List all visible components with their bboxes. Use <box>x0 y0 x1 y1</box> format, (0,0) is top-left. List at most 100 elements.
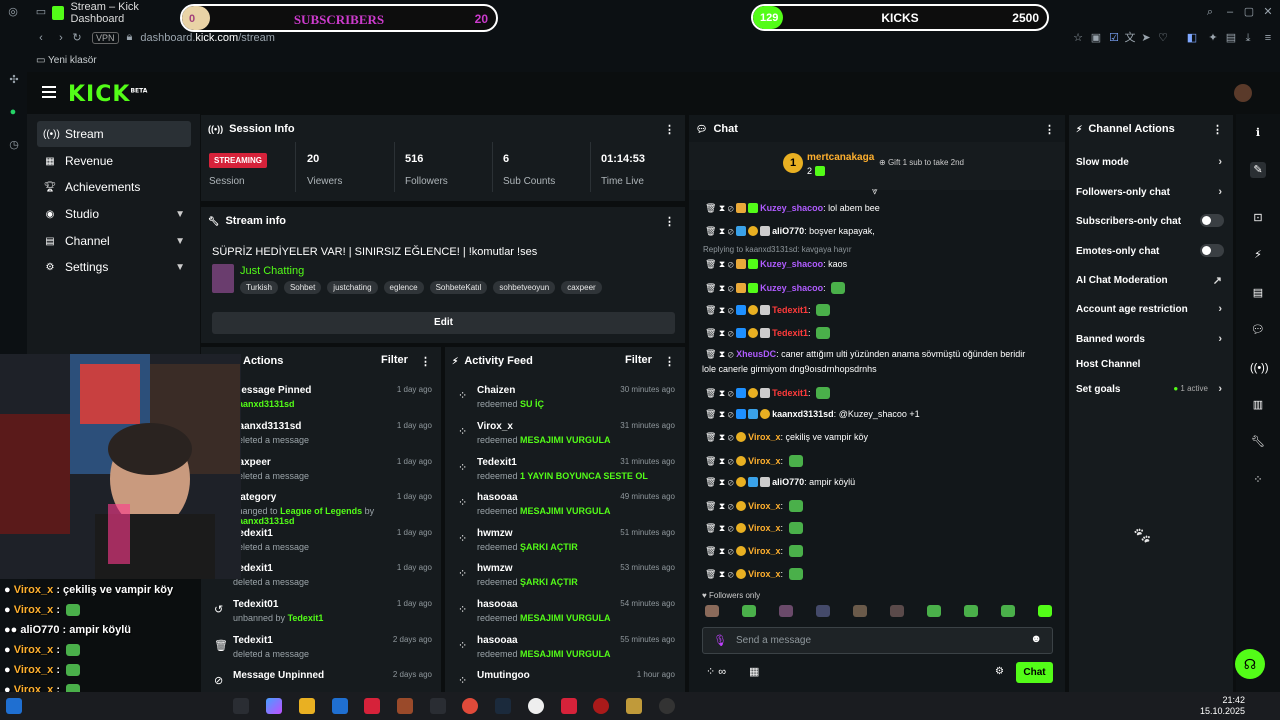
more-options-icon[interactable]: ⋮ <box>664 123 675 136</box>
host-channel-item[interactable]: Host Channel <box>1076 359 1228 370</box>
nav-item-achievements[interactable]: 🏆︎ Achievements <box>37 174 191 200</box>
wrench-icon[interactable]: 🔧︎ <box>1250 434 1266 450</box>
gift-box-icon[interactable]: ▦ <box>749 665 759 678</box>
extension-icon-1[interactable]: ▣ <box>1090 32 1102 44</box>
address-bar[interactable]: VPN 🔒︎ dashboard.kick.com/stream <box>92 31 275 44</box>
banned-words-item[interactable]: Banned words › <box>1076 333 1228 345</box>
emote-icon[interactable] <box>779 605 793 617</box>
pip-icon[interactable]: ⊡ <box>1250 210 1266 226</box>
chat-settings-icon[interactable]: ⚙ <box>995 666 1004 677</box>
bookmark-star-icon[interactable]: ☆ <box>1072 32 1084 44</box>
chat-message-input[interactable]: 🎙︎ Send a message ☻ <box>702 627 1053 654</box>
clock-icon[interactable]: ◷ <box>8 139 20 151</box>
menu-icon[interactable]: ≡ <box>1262 32 1274 44</box>
reload-icon[interactable]: ↻ <box>71 32 83 44</box>
opera-taskbar-icon[interactable] <box>364 698 380 714</box>
category-name[interactable]: Just Chatting <box>240 265 304 277</box>
file-explorer-icon[interactable] <box>299 698 315 714</box>
extension-icon-2[interactable]: ☑ <box>1108 32 1120 44</box>
bookmark-folder[interactable]: ▭ Yeni klasör <box>36 55 97 66</box>
nav-item-channel[interactable]: ▤ Channel ▼ <box>37 228 191 254</box>
kick-points-icon[interactable]: ⁘ ∞ <box>706 665 726 678</box>
nav-item-revenue[interactable]: ▦ Revenue <box>37 148 191 174</box>
maximize-icon[interactable]: ▢ <box>1243 6 1255 18</box>
subscribers-only-item[interactable]: Subscribers-only chat <box>1076 214 1228 227</box>
account-age-item[interactable]: Account age restriction › <box>1076 303 1228 315</box>
subscribers-only-toggle[interactable] <box>1200 214 1224 227</box>
app-icon[interactable] <box>528 698 544 714</box>
browser-tab[interactable]: Stream – Kick Dashboard <box>52 1 182 25</box>
more-options-icon[interactable]: ⋮ <box>420 355 431 368</box>
app-icon[interactable] <box>561 698 577 714</box>
app-icon[interactable] <box>397 698 413 714</box>
translate-icon[interactable]: 文 <box>1124 32 1136 44</box>
collapse-icon[interactable]: ⩔ <box>872 186 878 197</box>
puzzle-icon[interactable]: ✦ <box>1207 32 1219 44</box>
layout-icon[interactable]: ▥ <box>1250 397 1266 413</box>
steam-icon[interactable] <box>495 698 511 714</box>
filter-button[interactable]: Filter <box>381 354 408 366</box>
activity-icon[interactable]: ⁘ <box>1250 472 1266 488</box>
emote-icon[interactable] <box>890 605 904 617</box>
forward-icon[interactable]: › <box>55 32 67 44</box>
nav-item-settings[interactable]: ⚙ Settings ▼ <box>37 254 191 280</box>
broadcast-icon[interactable]: ((•)) <box>1250 360 1269 376</box>
filter-button[interactable]: Filter <box>625 354 652 366</box>
emotes-only-item[interactable]: Emotes-only chat <box>1076 244 1228 257</box>
kick-logo[interactable]: KICKBETA <box>68 82 147 107</box>
app-icon[interactable] <box>593 698 609 714</box>
emoji-icon[interactable]: ☻ <box>1030 633 1042 645</box>
chrome-icon[interactable] <box>462 698 478 714</box>
camera-icon[interactable]: ◧ <box>1186 32 1198 44</box>
emote-icon[interactable] <box>853 605 867 617</box>
opera-logo-icon[interactable]: ◎ <box>7 6 19 18</box>
more-options-icon[interactable]: ⋮ <box>1044 123 1055 136</box>
nav-item-studio[interactable]: ◉ Studio ▼ <box>37 201 191 227</box>
gift-prompt[interactable]: ⊕ Gift 1 sub to take 2nd <box>879 158 964 167</box>
bolt-icon[interactable]: ⚡︎ <box>1250 247 1266 263</box>
user-avatar[interactable] <box>1234 84 1252 102</box>
hamburger-menu-icon[interactable] <box>42 86 56 101</box>
copilot-icon[interactable] <box>266 698 282 714</box>
more-options-icon[interactable]: ⋮ <box>664 215 675 228</box>
emotes-only-toggle[interactable] <box>1200 244 1224 257</box>
set-goals-item[interactable]: Set goals ● 1 active › <box>1076 383 1228 395</box>
wallet-icon[interactable]: ▤ <box>1225 32 1237 44</box>
extensions-icon[interactable]: ✣ <box>8 74 20 86</box>
heart-icon[interactable]: ♡ <box>1157 32 1169 44</box>
document-icon[interactable]: ▤ <box>1250 285 1266 301</box>
whatsapp-icon[interactable]: ● <box>7 106 19 118</box>
emote-icon[interactable] <box>816 605 830 617</box>
more-options-icon[interactable]: ⋮ <box>664 355 675 368</box>
emote-icon[interactable] <box>1038 605 1052 617</box>
emote-icon[interactable] <box>1001 605 1015 617</box>
obs-icon[interactable] <box>659 698 675 714</box>
support-button[interactable]: ☊ <box>1235 649 1265 679</box>
microphone-icon[interactable]: 🎙︎ <box>713 634 727 647</box>
vpn-badge[interactable]: VPN <box>92 31 119 44</box>
emote-icon[interactable] <box>964 605 978 617</box>
app-icon[interactable] <box>430 698 446 714</box>
minimize-icon[interactable]: – <box>1224 6 1236 18</box>
outlook-icon[interactable] <box>332 698 348 714</box>
search-icon[interactable]: ⌕ <box>1204 6 1216 18</box>
followers-only-item[interactable]: Followers-only chat › <box>1076 186 1228 198</box>
app-icon[interactable] <box>626 698 642 714</box>
task-view-icon[interactable] <box>233 698 249 714</box>
chat-icon[interactable]: 💬︎ <box>1250 322 1266 338</box>
more-options-icon[interactable]: ⋮ <box>1212 123 1223 136</box>
tabs-icon[interactable]: ▭ <box>35 6 47 18</box>
emote-icon[interactable] <box>927 605 941 617</box>
pencil-icon[interactable]: ✎ <box>1250 162 1266 178</box>
ai-moderation-item[interactable]: AI Chat Moderation ↗ <box>1076 275 1228 287</box>
chat-send-button[interactable]: Chat <box>1016 662 1053 683</box>
emote-icon[interactable] <box>742 605 756 617</box>
close-icon[interactable]: ✕ <box>1262 6 1274 18</box>
download-icon[interactable]: ⤓ <box>1242 32 1254 44</box>
nav-item-stream[interactable]: ((•)) Stream <box>37 121 191 147</box>
edit-stream-button[interactable]: Edit <box>212 312 675 334</box>
send-icon[interactable]: ➤ <box>1140 32 1152 44</box>
slow-mode-item[interactable]: Slow mode › <box>1076 156 1228 168</box>
emote-icon[interactable] <box>705 605 719 617</box>
info-icon[interactable]: ℹ <box>1250 125 1266 141</box>
